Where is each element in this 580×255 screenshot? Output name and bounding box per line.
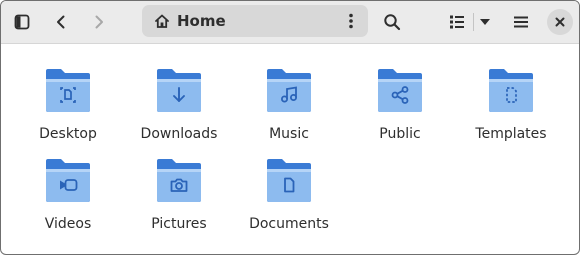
folder-item-documents[interactable]: Documents — [241, 158, 337, 238]
path-bar[interactable]: Home — [142, 5, 368, 37]
home-icon — [155, 14, 169, 28]
chevron-left-icon — [57, 15, 65, 29]
view-divider — [473, 13, 474, 31]
forward-button[interactable] — [84, 7, 114, 37]
path-label: Home — [177, 12, 226, 30]
folder-label: Public — [379, 126, 421, 142]
hamburger-icon — [514, 16, 528, 28]
view-switcher[interactable] — [441, 7, 499, 37]
folder-icon — [489, 69, 533, 112]
folder-icon — [157, 69, 201, 112]
folder-label: Documents — [249, 216, 329, 232]
triangle-down-icon[interactable] — [479, 18, 491, 26]
path-menu-button[interactable] — [342, 11, 360, 31]
folder-icon — [46, 69, 90, 112]
main-menu-button[interactable] — [506, 7, 536, 37]
folder-item-music[interactable]: Music — [241, 68, 337, 148]
folder-icon — [267, 159, 311, 202]
search-button[interactable] — [377, 7, 407, 37]
folder-item-videos[interactable]: Videos — [20, 158, 116, 238]
close-icon — [555, 17, 565, 27]
folder-item-downloads[interactable]: Downloads — [131, 68, 227, 148]
folder-label: Desktop — [39, 126, 97, 142]
folder-icon — [46, 159, 90, 202]
folder-label: Pictures — [151, 216, 207, 232]
sidebar-toggle-button[interactable] — [7, 7, 37, 37]
folder-label: Music — [269, 126, 309, 142]
close-button[interactable] — [547, 9, 573, 35]
back-button[interactable] — [46, 7, 76, 37]
folder-label: Videos — [44, 216, 92, 232]
folder-label: Templates — [475, 126, 547, 142]
folder-grid: Desktop Downloads Music Public Templates… — [1, 44, 579, 254]
chevron-right-icon — [95, 15, 103, 29]
list-view-icon — [450, 15, 464, 29]
vertical-dots-icon — [349, 13, 353, 29]
folder-item-desktop[interactable]: Desktop — [20, 68, 116, 148]
file-manager-window: Home Desktop Downloads Music Public Temp… — [0, 0, 580, 255]
sidebar-icon — [14, 14, 30, 30]
folder-item-templates[interactable]: Templates — [463, 68, 559, 148]
folder-icon — [267, 69, 311, 112]
folder-label: Downloads — [140, 126, 218, 142]
folder-icon — [157, 159, 201, 202]
folder-item-pictures[interactable]: Pictures — [131, 158, 227, 238]
folder-item-public[interactable]: Public — [352, 68, 448, 148]
header-bar: Home — [1, 1, 579, 44]
folder-icon — [378, 69, 422, 112]
search-icon — [384, 14, 401, 31]
